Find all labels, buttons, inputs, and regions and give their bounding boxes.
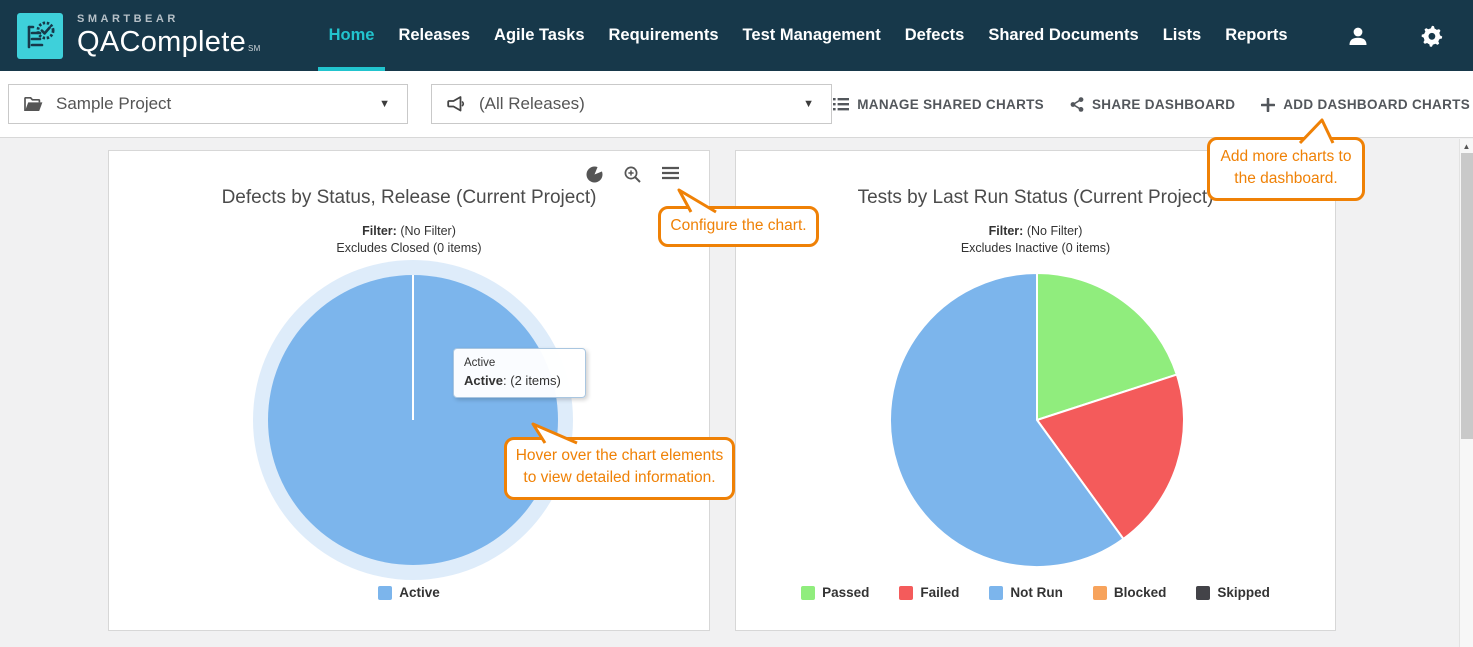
callout-arrow-up-left bbox=[507, 422, 597, 444]
legend-label: Blocked bbox=[1114, 585, 1167, 600]
project-dropdown-value: Sample Project bbox=[56, 94, 171, 114]
add-dashboard-charts-label: ADD DASHBOARD CHARTS bbox=[1283, 97, 1470, 112]
list-icon bbox=[833, 98, 849, 111]
legend-item-blocked[interactable]: Blocked bbox=[1093, 585, 1167, 600]
legend-label: Passed bbox=[822, 585, 869, 600]
folder-icon bbox=[24, 97, 43, 112]
legend-item-skipped[interactable]: Skipped bbox=[1196, 585, 1270, 600]
megaphone-icon bbox=[447, 96, 466, 113]
callout-text: the dashboard. bbox=[1214, 168, 1358, 190]
share-dashboard-button[interactable]: SHARE DASHBOARD bbox=[1070, 97, 1235, 112]
user-icon[interactable] bbox=[1347, 25, 1369, 47]
callout-add-charts: Add more charts to the dashboard. bbox=[1207, 137, 1365, 201]
manage-shared-charts-label: MANAGE SHARED CHARTS bbox=[857, 97, 1044, 112]
nav-item-requirements[interactable]: Requirements bbox=[597, 0, 731, 71]
chevron-down-icon: ▼ bbox=[379, 98, 390, 110]
vertical-scrollbar[interactable]: ▲ bbox=[1459, 139, 1473, 647]
legend-swatch bbox=[1196, 586, 1210, 600]
legend-label: Skipped bbox=[1217, 585, 1270, 600]
callout-arrow-up-left bbox=[661, 188, 741, 213]
callout-hover-info: Hover over the chart elements to view de… bbox=[504, 437, 735, 500]
callout-text: Configure the chart. bbox=[663, 215, 814, 237]
brand-smartbear: SMARTBEAR bbox=[77, 14, 261, 25]
scroll-up-arrow[interactable]: ▲ bbox=[1460, 139, 1473, 153]
legend-item-active[interactable]: Active bbox=[378, 585, 440, 600]
project-dropdown[interactable]: Sample Project ▼ bbox=[8, 84, 408, 124]
qacomplete-logo[interactable] bbox=[17, 13, 63, 59]
nav-item-test-management[interactable]: Test Management bbox=[731, 0, 893, 71]
legend-label: Active bbox=[399, 585, 440, 600]
callout-configure-chart: Configure the chart. bbox=[658, 206, 819, 247]
settings-gear-icon[interactable] bbox=[1421, 25, 1443, 47]
defects-chart-card: Defects by Status, Release (Current Proj… bbox=[108, 150, 710, 631]
nav-item-lists[interactable]: Lists bbox=[1151, 0, 1214, 71]
chevron-down-icon: ▼ bbox=[803, 98, 814, 110]
legend-swatch bbox=[801, 586, 815, 600]
nav-item-releases[interactable]: Releases bbox=[386, 0, 482, 71]
nav-item-shared-documents[interactable]: Shared Documents bbox=[976, 0, 1150, 71]
defects-legend: Active bbox=[109, 585, 709, 600]
share-icon bbox=[1070, 97, 1084, 112]
nav-item-defects[interactable]: Defects bbox=[893, 0, 977, 71]
tooltip-value: Active: (2 items) bbox=[464, 373, 575, 388]
top-navigation-bar: SMARTBEAR QACompleteSM Home Releases Agi… bbox=[0, 0, 1473, 71]
scrollbar-thumb[interactable] bbox=[1461, 153, 1473, 439]
legend-label: Not Run bbox=[1010, 585, 1062, 600]
tests-legend: Passed Failed Not Run Blocked Skipped bbox=[736, 585, 1335, 600]
legend-swatch bbox=[378, 586, 392, 600]
nav-item-home[interactable]: Home bbox=[317, 0, 387, 71]
legend-item-not-run[interactable]: Not Run bbox=[989, 585, 1062, 600]
legend-item-passed[interactable]: Passed bbox=[801, 585, 869, 600]
defects-pie-chart[interactable] bbox=[109, 151, 711, 632]
callout-text: to view detailed information. bbox=[509, 467, 730, 489]
nav-item-reports[interactable]: Reports bbox=[1213, 0, 1299, 71]
qacomplete-dashboard: SMARTBEAR QACompleteSM Home Releases Agi… bbox=[0, 0, 1473, 647]
share-dashboard-label: SHARE DASHBOARD bbox=[1092, 97, 1235, 112]
tooltip-series: Active bbox=[464, 357, 575, 369]
plus-icon bbox=[1261, 98, 1275, 112]
release-dropdown-value: (All Releases) bbox=[479, 94, 585, 114]
tests-pie-chart[interactable] bbox=[736, 151, 1337, 632]
legend-swatch bbox=[1093, 586, 1107, 600]
callout-text: Hover over the chart elements bbox=[509, 445, 730, 467]
brand-text: SMARTBEAR QACompleteSM bbox=[77, 14, 261, 57]
chart-menu-icon[interactable] bbox=[662, 166, 679, 183]
release-dropdown[interactable]: (All Releases) ▼ bbox=[431, 84, 832, 124]
chart-actions bbox=[586, 166, 679, 183]
chart-type-icon[interactable] bbox=[586, 166, 603, 183]
callout-arrow-up bbox=[1210, 117, 1368, 144]
nav-item-agile-tasks[interactable]: Agile Tasks bbox=[482, 0, 596, 71]
tests-chart-card: Tests by Last Run Status (Current Projec… bbox=[735, 150, 1336, 631]
zoom-in-icon[interactable] bbox=[624, 166, 641, 183]
manage-shared-charts-button[interactable]: MANAGE SHARED CHARTS bbox=[833, 97, 1044, 112]
brand-trademark: SM bbox=[248, 44, 261, 53]
legend-swatch bbox=[899, 586, 913, 600]
main-nav: Home Releases Agile Tasks Requirements T… bbox=[317, 0, 1300, 71]
brand-product: QACompleteSM bbox=[77, 28, 261, 57]
add-dashboard-charts-button[interactable]: ADD DASHBOARD CHARTS bbox=[1261, 97, 1470, 112]
callout-text: Add more charts to bbox=[1214, 146, 1358, 168]
chart-tooltip: Active Active: (2 items) bbox=[453, 348, 586, 398]
legend-item-failed[interactable]: Failed bbox=[899, 585, 959, 600]
logo-badge-icon bbox=[23, 19, 57, 53]
toolbar-links: MANAGE SHARED CHARTS SHARE DASHBOARD ADD… bbox=[833, 71, 1470, 138]
legend-label: Failed bbox=[920, 585, 959, 600]
topbar-icons bbox=[1347, 25, 1473, 47]
legend-swatch bbox=[989, 586, 1003, 600]
